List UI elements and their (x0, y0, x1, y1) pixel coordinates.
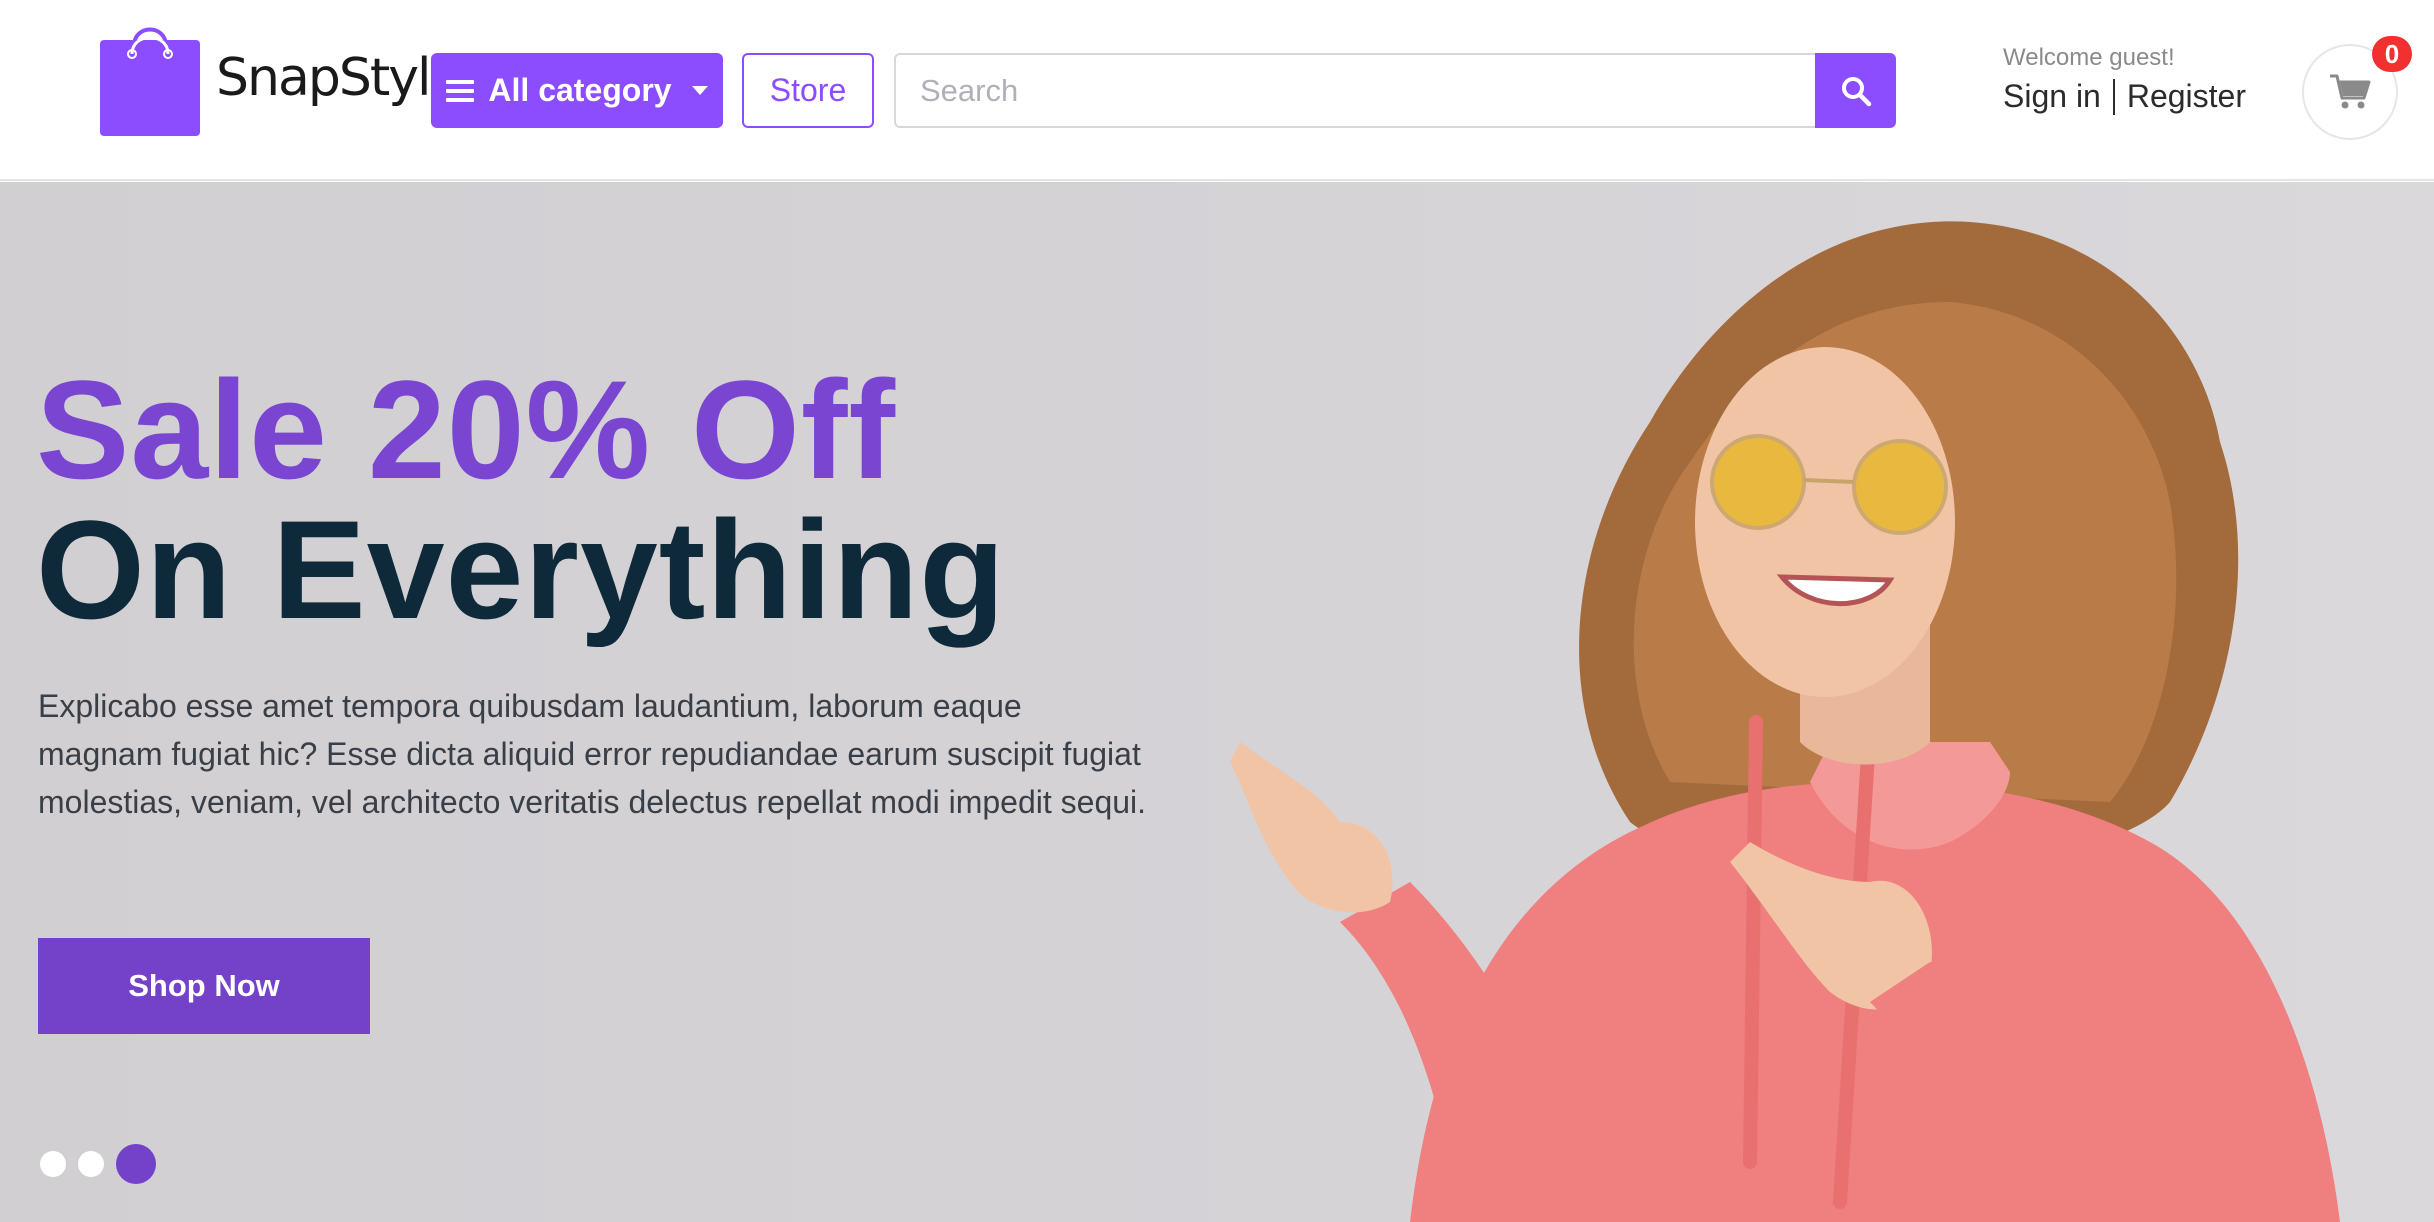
sign-in-link[interactable]: Sign in (2003, 78, 2101, 115)
all-category-label: All category (488, 72, 672, 108)
welcome-text: Welcome guest! (2003, 44, 2175, 71)
search-icon (1841, 76, 1871, 106)
carousel-indicators (40, 1144, 156, 1184)
shopping-bag-icon (100, 27, 200, 136)
hero-description: Explicabo esse amet tempora quibusdam la… (38, 688, 1147, 820)
search-button[interactable] (1815, 53, 1896, 128)
all-category-button[interactable]: All category (431, 53, 723, 128)
hero-banner: Sale 20% Off On Everything Explicabo ess… (0, 182, 2434, 1222)
hero-title-everything: On Everything (36, 491, 1006, 648)
site-header: SnapStyle All category Store Welcome gue… (0, 0, 2434, 181)
hero-title-sale: Sale 20% Off (36, 351, 897, 508)
cart-count-badge: 0 (2372, 36, 2412, 72)
register-link[interactable]: Register (2127, 78, 2246, 115)
store-button[interactable]: Store (742, 53, 874, 128)
carousel-dot-1[interactable] (40, 1151, 66, 1177)
brand-logo[interactable]: SnapStyle (96, 18, 461, 138)
auth-links: Sign in Register (2003, 78, 2246, 115)
divider (2112, 78, 2115, 115)
hero-model-image (1230, 221, 2340, 1222)
hamburger-icon (446, 79, 475, 102)
caret-down-icon (691, 86, 708, 95)
brand-name: SnapStyle (216, 48, 461, 108)
cart-icon (2330, 74, 2371, 109)
carousel-dot-2[interactable] (78, 1151, 104, 1177)
search-input[interactable] (894, 53, 1815, 128)
search-bar (894, 53, 1896, 128)
carousel-dot-3[interactable] (116, 1144, 156, 1184)
shop-now-button[interactable]: Shop Now (38, 938, 370, 1034)
